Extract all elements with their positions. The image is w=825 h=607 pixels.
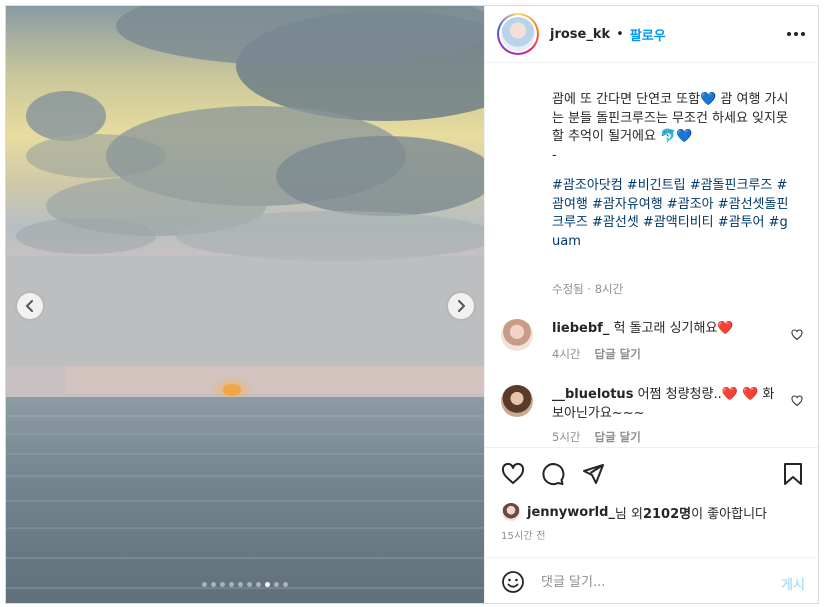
carousel-dot (211, 582, 216, 587)
reply-button[interactable]: 답글 달기 (594, 346, 640, 362)
likes-text-1: 님 외 (614, 506, 643, 522)
post-details-panel: jrose_kk • 팔로우 괌에 또 간다면 단연코 또함💙 괌 여행 가시는… (484, 6, 818, 603)
carousel-dot (247, 582, 252, 587)
comment-like-heart-icon[interactable] (791, 395, 803, 407)
carousel-indicator (6, 582, 484, 587)
instagram-post: jrose_kk • 팔로우 괌에 또 간다면 단연코 또함💙 괌 여행 가시는… (5, 5, 819, 604)
chevron-left-icon (26, 300, 33, 312)
comment-bubble-icon[interactable] (541, 462, 565, 486)
commenter-avatar[interactable] (501, 319, 533, 351)
emoji-smiley-icon[interactable] (501, 570, 525, 594)
caption-hashtags[interactable]: #괌조아닷컴 #비긴트립 #괌돌핀크루즈 #괌여행 #괌자유여행 #괌조아 #괌… (552, 177, 792, 251)
add-comment-bar: 게시 (485, 557, 818, 603)
author-username[interactable]: jrose_kk (550, 27, 610, 42)
reply-button[interactable]: 답글 달기 (594, 429, 640, 445)
comment-text: 헉 돌고래 싱기해요❤️ (613, 321, 734, 336)
commenter-username[interactable]: __bluelotus (552, 387, 633, 402)
comment-input[interactable] (541, 571, 761, 593)
post-actions-bar (485, 447, 818, 505)
author-avatar[interactable] (497, 13, 539, 55)
liker-username[interactable]: jennyworld_ (527, 505, 615, 520)
follow-button[interactable]: 팔로우 (630, 25, 666, 44)
likes-text-2: 이 좋아합니다 (691, 506, 767, 522)
likes-count[interactable]: 2102명 (643, 503, 691, 522)
chevron-right-icon (458, 300, 465, 312)
comment-like-heart-icon[interactable] (791, 329, 803, 341)
carousel-dot (256, 582, 261, 587)
comment-time[interactable]: 4시간 (552, 346, 580, 362)
post-timestamp[interactable]: 15시간 전 (501, 527, 546, 542)
like-heart-icon[interactable] (501, 462, 525, 486)
post-media (6, 6, 484, 603)
liker-avatar[interactable] (501, 502, 521, 522)
carousel-dot (265, 582, 270, 587)
share-paper-plane-icon[interactable] (581, 462, 605, 486)
carousel-next-button[interactable] (448, 293, 474, 319)
caption-meta: 수정됨 · 8시간 (552, 281, 623, 297)
carousel-dot (220, 582, 225, 587)
carousel-dot (229, 582, 234, 587)
carousel-dot (283, 582, 288, 587)
save-bookmark-icon[interactable] (781, 462, 805, 486)
post-comment-button[interactable]: 게시 (781, 574, 805, 593)
more-options-icon[interactable] (787, 29, 807, 39)
commenter-avatar[interactable] (501, 385, 533, 417)
caption-text: 괌에 또 간다면 단연코 또함💙 괌 여행 가시는 분들 돌핀크루즈는 무조건 … (552, 92, 789, 144)
caption-meta-separator: · (583, 282, 595, 296)
carousel-dot (202, 582, 207, 587)
avatar-image (501, 17, 535, 51)
post-caption: 괌에 또 간다면 단연코 또함💙 괌 여행 가시는 분들 돌핀크루즈는 무조건 … (552, 91, 792, 251)
carousel-dot (238, 582, 243, 587)
carousel-dot (274, 582, 279, 587)
likes-summary: jennyworld_ 님 외 2102명 이 좋아합니다 (501, 502, 767, 522)
caption-dash: - (552, 147, 557, 163)
commenter-username[interactable]: liebebf_ (552, 321, 609, 336)
caption-time[interactable]: 8시간 (595, 282, 623, 296)
comment-time[interactable]: 5시간 (552, 429, 580, 445)
carousel-previous-button[interactable] (17, 293, 43, 319)
comments-area[interactable]: 괌에 또 간다면 단연코 또함💙 괌 여행 가시는 분들 돌핀크루즈는 무조건 … (485, 63, 818, 447)
post-header: jrose_kk • 팔로우 (485, 6, 818, 63)
header-separator: • (616, 26, 624, 42)
edited-label: 수정됨 (552, 282, 584, 296)
sunset-sea-photo (6, 6, 484, 603)
